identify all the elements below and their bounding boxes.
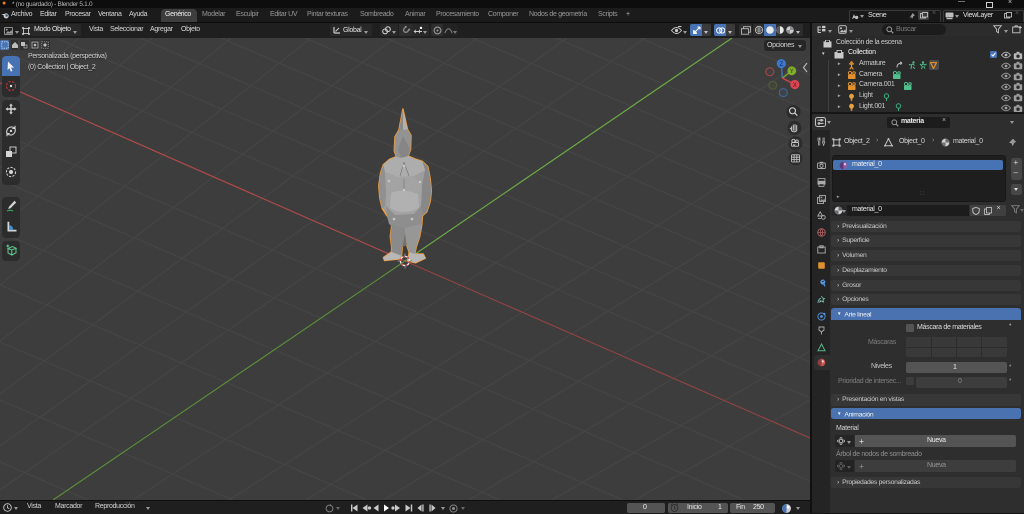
svg-text:Z: Z	[779, 62, 783, 68]
svg-text:X: X	[793, 83, 797, 89]
svg-text:Y: Y	[790, 69, 794, 75]
